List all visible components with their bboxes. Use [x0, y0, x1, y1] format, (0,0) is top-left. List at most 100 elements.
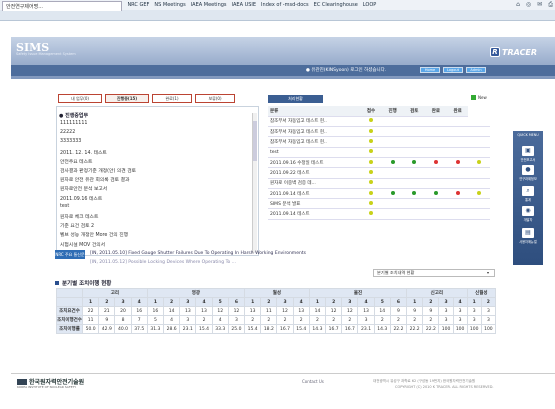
tab-completed[interactable]: 완료(1): [152, 94, 192, 103]
tab-on-hold[interactable]: 보류(0): [195, 94, 235, 103]
corner-cell: [56, 297, 83, 307]
favorite-link[interactable]: IAEA Meetings: [191, 2, 227, 8]
table-row[interactable]: 2011.09.22 테스트: [268, 167, 490, 179]
new-button[interactable]: New: [471, 95, 487, 100]
quarter-header: 3: [341, 297, 359, 307]
status-dot-icon: [368, 200, 373, 205]
proc-name[interactable]: 참조부서 자동입고 테스트 현..: [268, 116, 361, 128]
todo-item[interactable]: 22222: [60, 130, 75, 135]
quarter-header: 4: [452, 297, 468, 307]
favorite-link[interactable]: NRC GEF: [127, 2, 149, 8]
stat-cell: 2: [260, 315, 278, 325]
proc-tab[interactable]: 처리현황: [268, 95, 323, 103]
developer-icon[interactable]: ◉: [522, 206, 534, 216]
feed-icon[interactable]: ◎: [526, 1, 531, 10]
admin-button[interactable]: Admin: [466, 67, 486, 73]
table-row[interactable]: 2011.09.16 수정일 테스트: [268, 157, 490, 169]
news-item[interactable]: [IN, 2011.05.10] Fixed Gauge Shutter Fai…: [90, 251, 306, 256]
status-dot-icon: [368, 169, 373, 174]
table-row[interactable]: test: [268, 147, 490, 158]
qm-label-dev[interactable]: 개발자: [513, 217, 543, 222]
status-cell: [446, 126, 469, 138]
qm-label-report[interactable]: 안전보고서: [513, 157, 543, 162]
stat-cell: 37.5: [130, 324, 148, 334]
report-icon[interactable]: ▣: [522, 146, 534, 156]
status-cell: [425, 126, 447, 138]
todo-item[interactable]: 원자로 안전 유관 회의록 검토 결과: [60, 176, 129, 183]
todo-item[interactable]: test: [60, 204, 69, 209]
stat-cell: 3: [179, 315, 197, 325]
favorite-link[interactable]: EC Clearinghouse: [314, 2, 358, 8]
favorite-link[interactable]: LOOP: [363, 2, 377, 8]
status-dot-icon: [455, 159, 460, 164]
qm-label-manual[interactable]: 사용자매뉴얼: [513, 239, 543, 244]
status-cell: [381, 188, 404, 200]
scroll-thumb[interactable]: [253, 121, 257, 161]
logout-button[interactable]: Logout: [443, 67, 463, 73]
proc-name[interactable]: 참조부서 자동입고 테스트 현..: [268, 136, 361, 148]
table-row[interactable]: 참조부서 자동입고 테스트 현..: [268, 136, 490, 148]
todo-item[interactable]: 111111111: [60, 121, 87, 126]
research-icon[interactable]: ●: [522, 165, 534, 175]
proc-name[interactable]: 2011.09.16 수정일 테스트: [268, 157, 361, 169]
proc-name[interactable]: 2011.09.14 테스트: [268, 208, 361, 220]
tab-title: 안전연구제어명...: [6, 4, 43, 10]
browser-tab[interactable]: 안전연구제어명...: [2, 1, 122, 11]
table-row[interactable]: 2011.09.14 테스트: [268, 208, 490, 220]
table-row: 조치이행건수 11 9 8 7 5 4 3 2 4 3 2 2 2 2 2 2 2 3 2 2 2 2 3 3 3 3: [56, 315, 497, 325]
favorite-link[interactable]: NS Meetings: [154, 2, 185, 8]
todo-item[interactable]: 기준 요건 검토 2: [60, 222, 94, 229]
proc-body: 참조부서 자동입고 테스트 현.. 참조부서 자동입고 테스트 현.. 참조부서 자…: [268, 116, 490, 220]
todo-item[interactable]: 2011.09.16 테스트: [60, 195, 102, 202]
favorite-link[interactable]: Index of -msd-docs: [261, 2, 309, 8]
search-icon[interactable]: ⌕: [522, 186, 534, 196]
todo-item[interactable]: 시험시설 MOV 건의서: [60, 241, 105, 248]
proc-name[interactable]: test: [268, 147, 361, 158]
stat-cell: 15.4: [195, 324, 213, 334]
home-button[interactable]: Home: [420, 67, 440, 73]
todo-item[interactable]: 원자로 체크 테스트: [60, 213, 98, 220]
tab-in-progress[interactable]: 진행중(15): [105, 94, 149, 103]
todo-scrollbar[interactable]: [252, 113, 257, 253]
tab-my-work[interactable]: 내 업무(0): [58, 94, 102, 103]
todo-item[interactable]: 안전주요 테스트: [60, 158, 92, 165]
column-header: 검토: [403, 106, 426, 117]
favorite-link[interactable]: IAEA USIE: [232, 2, 257, 8]
quarter-header: 1: [308, 297, 327, 307]
status-cell: [446, 208, 469, 220]
print-icon[interactable]: ⎙: [548, 1, 553, 10]
todo-item[interactable]: 벨브 성능 개정안 More 건의 진행: [60, 231, 128, 238]
table-row[interactable]: SIMS 분석 발표: [268, 198, 490, 210]
proc-name[interactable]: 원자로 이중벽 검증 데...: [268, 178, 361, 189]
quarter-header: 2: [98, 297, 116, 307]
welcome-text: ● 유관진(KINSyoon) 로그인 하셨습니다.: [306, 68, 387, 73]
stat-cell: 2: [325, 315, 343, 325]
todo-item[interactable]: 3333333: [60, 139, 81, 144]
proc-name[interactable]: 2011.09.22 테스트: [268, 167, 361, 179]
manual-icon[interactable]: ▤: [522, 228, 534, 238]
stat-cell: 22: [81, 306, 100, 316]
status-cell: [381, 167, 404, 179]
status-dot-icon: [368, 190, 373, 195]
todo-item[interactable]: 원자로안전 분석 보고서: [60, 185, 107, 192]
news-item[interactable]: [IN, 2011.05.12] Possible Locking Device…: [90, 260, 236, 265]
qm-label-research[interactable]: 연구과제정보: [513, 176, 543, 181]
qm-label-stats[interactable]: 통계: [513, 197, 543, 202]
home-icon[interactable]: ⌂: [516, 1, 520, 10]
chevron-down-icon[interactable]: ▾: [487, 270, 489, 275]
table-row[interactable]: 2011.09.14 테스트: [268, 188, 490, 200]
table-row[interactable]: 참조부서 자동입고 테스트 현..: [268, 126, 490, 138]
stat-cell: 15.4: [292, 324, 310, 334]
stat-cell: 100: [466, 324, 482, 334]
stat-cell: 42.9: [98, 324, 116, 334]
table-row[interactable]: 참조부서 자동입고 테스트 현..: [268, 116, 490, 128]
proc-name[interactable]: SIMS 분석 발표: [268, 198, 361, 210]
stat-select[interactable]: 분기별 조치내역 현황: [373, 269, 495, 277]
todo-item[interactable]: 2011. 12. 14. 테스트: [60, 149, 107, 156]
todo-item[interactable]: 검사결과 판정기준 개정(안) 의견 검토: [60, 167, 136, 174]
table-row[interactable]: 원자로 이중벽 검증 데...: [268, 178, 490, 189]
proc-name[interactable]: 참조부서 자동입고 테스트 현..: [268, 126, 361, 138]
mail-icon[interactable]: ✉: [537, 1, 542, 10]
contact-link[interactable]: Contact Us: [302, 379, 324, 384]
proc-name[interactable]: 2011.09.14 테스트: [268, 188, 361, 200]
